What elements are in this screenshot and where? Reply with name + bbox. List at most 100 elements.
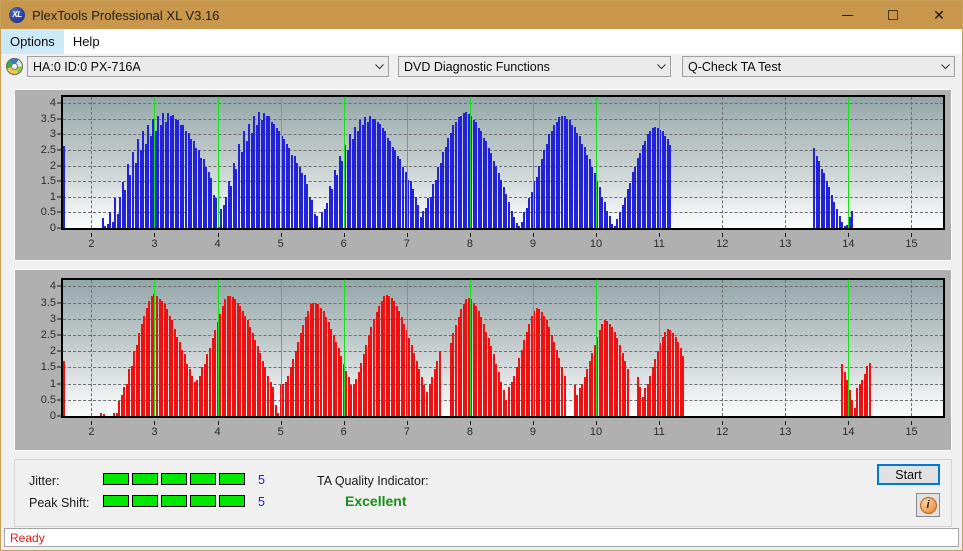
x-tick (659, 421, 661, 425)
gridline (911, 280, 913, 416)
marker-line (532, 280, 534, 416)
disc-drive-icon (6, 58, 23, 75)
jitter-meter (103, 473, 245, 485)
marker-line (154, 280, 156, 416)
y-tick-label: 3 (49, 128, 56, 141)
meter-segment (161, 473, 187, 485)
results-panel: Jitter: 5 Peak Shift: 5 TA Quality Indic… (14, 459, 952, 527)
marker-line (406, 280, 408, 416)
x-tick-label: 11 (653, 238, 665, 250)
x-tick-label: 2 (88, 238, 95, 250)
xl-logo-icon: XL (9, 7, 25, 23)
x-tick (848, 421, 850, 425)
gridline (63, 103, 943, 105)
marker-line (659, 97, 661, 228)
test-select-value: Q-Check TA Test (688, 59, 782, 74)
marker-line (596, 280, 598, 416)
x-tick (217, 421, 219, 425)
chart-bar (63, 411, 65, 416)
gridline (91, 280, 93, 416)
x-tick (406, 421, 408, 425)
x-tick (848, 233, 850, 237)
marker-line (217, 280, 219, 416)
x-tick (343, 233, 345, 237)
marker-line (469, 97, 471, 228)
marker-line (469, 280, 471, 416)
gridline (63, 286, 943, 288)
x-tick (596, 421, 598, 425)
marker-line (848, 280, 850, 416)
x-tick (154, 421, 156, 425)
minimize-icon[interactable] (824, 1, 870, 29)
status-bar: Ready (4, 528, 959, 547)
x-tick (596, 233, 598, 237)
y-tick-label: 0.5 (40, 206, 56, 219)
x-tick-label: 8 (466, 426, 473, 438)
y-tick-label: 3 (49, 312, 56, 325)
x-tick-label: 14 (842, 238, 855, 250)
gridline (63, 118, 943, 120)
jitter-chart-panel: 0 0.5 1 1.5 2 2.5 3 3.5 4 2 3 4 5 6 7 8 9 10 11 12 13 14 15 (14, 89, 952, 261)
x-tick-label: 10 (589, 238, 603, 250)
x-tick (217, 233, 219, 237)
x-tick-label: 5 (277, 238, 284, 250)
drive-select-value: HA:0 ID:0 PX-716A (33, 59, 141, 74)
y-tick-label: 3.5 (40, 112, 56, 125)
x-tick-label: 6 (340, 426, 347, 438)
test-select[interactable]: Q-Check TA Test (682, 56, 955, 77)
x-tick-label: 7 (403, 238, 410, 250)
chevron-down-icon (370, 63, 388, 70)
x-tick-label: 6 (340, 238, 347, 250)
marker-line (217, 97, 219, 228)
chart-bar (851, 210, 854, 228)
close-icon[interactable]: ✕ (916, 1, 962, 29)
x-tick (785, 421, 787, 425)
y-tick-label: 4 (49, 97, 56, 110)
maximize-icon[interactable] (870, 1, 916, 29)
gridline (91, 97, 93, 228)
start-button[interactable]: Start (877, 464, 940, 485)
x-tick-label: 14 (842, 426, 855, 438)
y-tick-label: 1.5 (40, 175, 56, 188)
peak-shift-chart-panel: 0 0.5 1 1.5 2 2.5 3 3.5 4 2 3 4 5 6 7 8 9 10 11 12 13 14 15 (14, 269, 952, 451)
x-tick (722, 421, 724, 425)
x-tick-label: 4 (214, 238, 221, 250)
gridline (785, 97, 787, 228)
gridline (63, 335, 943, 337)
peak-shift-plot-area (61, 278, 945, 418)
chart-bar (438, 351, 441, 416)
x-tick-label: 12 (716, 426, 729, 438)
menu-item-options[interactable]: Options (1, 29, 64, 54)
peak-shift-plot: 0 0.5 1 1.5 2 2.5 3 3.5 4 2 3 4 5 6 7 8 9 10 11 12 13 14 15 (15, 270, 951, 450)
menu-item-help[interactable]: Help (64, 29, 109, 54)
function-select[interactable]: DVD Diagnostic Functions (398, 56, 671, 77)
x-tick (722, 233, 724, 237)
marker-line (596, 97, 598, 228)
chevron-down-icon (652, 63, 670, 70)
x-tick (659, 233, 661, 237)
gridline (63, 367, 943, 369)
ta-quality-label: TA Quality Indicator: (317, 474, 429, 488)
marker-line (659, 280, 661, 416)
chart-bar (63, 223, 65, 228)
marker-line (848, 97, 850, 228)
function-select-value: DVD Diagnostic Functions (404, 59, 550, 74)
chart-bar (626, 369, 629, 416)
window-title: PlexTools Professional XL V3.16 (32, 7, 220, 23)
meter-segment (219, 473, 245, 485)
peak-shift-label: Peak Shift: (29, 496, 90, 510)
drive-select[interactable]: HA:0 ID:0 PX-716A (27, 56, 389, 77)
marker-line (280, 280, 282, 416)
x-tick (532, 421, 534, 425)
toolbar: HA:0 ID:0 PX-716A DVD Diagnostic Functio… (1, 54, 962, 79)
info-button[interactable]: i (916, 493, 940, 517)
y-tick-label: 3.5 (40, 296, 56, 309)
marker-line (406, 97, 408, 228)
meter-segment (190, 495, 216, 507)
x-tick-label: 9 (529, 426, 537, 438)
meter-segment (161, 495, 187, 507)
meter-segment (190, 473, 216, 485)
y-tick-label: 1 (49, 190, 56, 203)
x-tick-label: 12 (716, 238, 729, 250)
chart-bar (669, 145, 672, 228)
